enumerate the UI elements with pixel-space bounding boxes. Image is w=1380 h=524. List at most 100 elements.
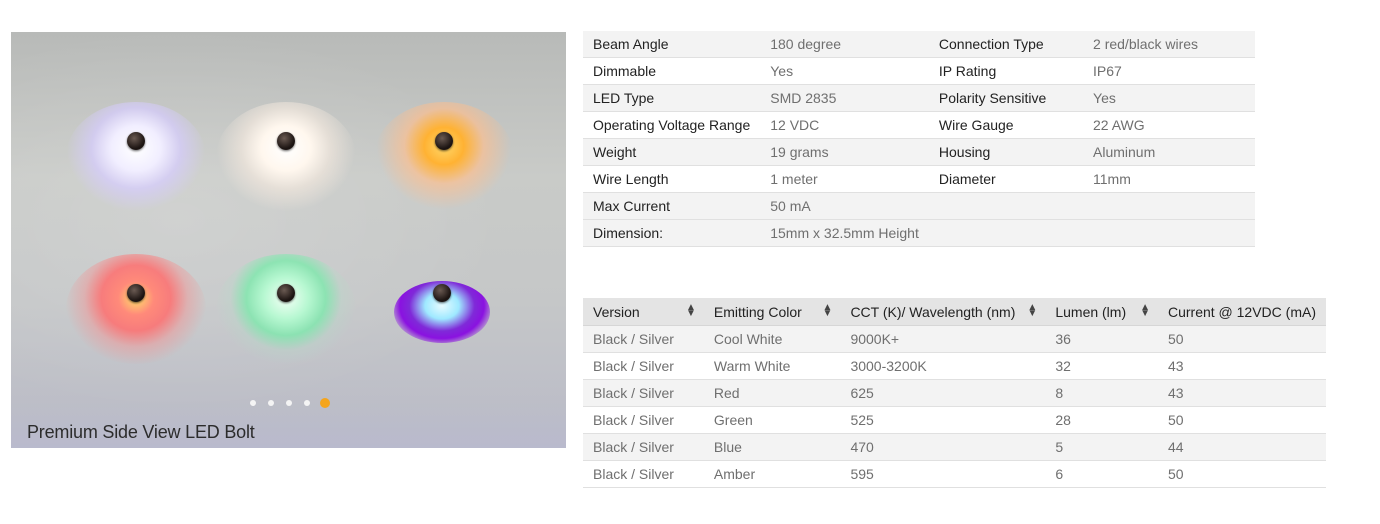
spec-label: Max Current — [583, 192, 761, 220]
spec-value: 11mm — [1083, 165, 1255, 193]
led-glow — [216, 102, 356, 212]
cell-lumen: 5 — [1045, 433, 1158, 461]
spec-row: Operating Voltage Range 12 VDC Wire Gaug… — [583, 111, 1255, 139]
spec-label: Polarity Sensitive — [928, 84, 1084, 112]
table-row: Black / Silver Blue 470 5 44 — [583, 433, 1326, 461]
dimension-label: Dimension: — [583, 219, 761, 247]
led-glow — [66, 254, 206, 364]
cell-version: Black / Silver — [583, 433, 704, 461]
led-glow — [66, 102, 206, 212]
spec-value: 2 red/black wires — [1083, 31, 1255, 58]
cell-emitting-color: Green — [703, 406, 841, 434]
slider-background — [11, 32, 566, 448]
spec-row: Max Current 50 mA — [583, 192, 1255, 220]
led-bolt-head — [433, 284, 451, 302]
cell-lumen: 28 — [1045, 406, 1158, 434]
cell-cct: 625 — [840, 379, 1046, 407]
cell-version: Black / Silver — [583, 325, 704, 353]
spec-label: Beam Angle — [583, 31, 761, 58]
product-image-slider[interactable]: Premium Side View LED Bolt — [11, 32, 566, 448]
versions-table: Version ▲ ▼ Emitting Color ▲ ▼ CCT (K)/ Wa… — [583, 298, 1326, 488]
spec-label: Diameter — [928, 165, 1084, 193]
spec-label: Dimmable — [583, 57, 761, 85]
column-header-label: Version — [593, 303, 640, 320]
column-header-cct-wavelength[interactable]: CCT (K)/ Wavelength (nm) ▲ ▼ — [840, 298, 1046, 326]
sort-icon[interactable]: ▲ ▼ — [686, 303, 696, 319]
column-header-current[interactable]: Current @ 12VDC (mA) — [1157, 298, 1326, 326]
spec-label: Weight — [583, 138, 761, 166]
cell-emitting-color: Warm White — [703, 352, 841, 380]
cell-emitting-color: Cool White — [703, 325, 841, 353]
cell-emitting-color: Red — [703, 379, 841, 407]
cell-emitting-color: Blue — [703, 433, 841, 461]
cell-cct: 595 — [840, 460, 1046, 488]
spec-label: Wire Length — [583, 165, 761, 193]
cell-version: Black / Silver — [583, 406, 704, 434]
spec-value: 12 VDC — [760, 111, 929, 139]
cell-current: 50 — [1157, 406, 1326, 434]
spec-value: Yes — [1083, 84, 1255, 112]
led-bolt-head — [127, 284, 145, 302]
cell-emitting-color: Amber — [703, 460, 841, 488]
cell-current: 43 — [1157, 352, 1326, 380]
slider-pagination — [11, 398, 566, 408]
column-header-label: Emitting Color — [713, 303, 802, 320]
cell-lumen: 36 — [1045, 325, 1158, 353]
spec-value: IP67 — [1083, 57, 1255, 85]
column-header-emitting-color[interactable]: Emitting Color ▲ ▼ — [703, 298, 841, 326]
specifications-table: Beam Angle 180 degree Connection Type 2 … — [583, 31, 1255, 247]
slider-dot-active[interactable] — [319, 398, 330, 408]
spec-label: Connection Type — [928, 31, 1084, 58]
led-bolt-head — [435, 132, 453, 150]
cell-current: 44 — [1157, 433, 1326, 461]
spec-label-empty — [928, 192, 1084, 220]
spec-row-dimension: Dimension: 15mm x 32.5mm Height — [583, 219, 1255, 247]
slider-dot[interactable] — [267, 400, 274, 406]
cell-version: Black / Silver — [583, 352, 704, 380]
table-row: Black / Silver Red 625 8 43 — [583, 379, 1326, 407]
spec-value: 22 AWG — [1083, 111, 1255, 139]
table-row: Black / Silver Green 525 28 50 — [583, 406, 1326, 434]
cell-version: Black / Silver — [583, 379, 704, 407]
cell-cct: 470 — [840, 433, 1046, 461]
versions-header-row: Version ▲ ▼ Emitting Color ▲ ▼ CCT (K)/ Wa… — [583, 298, 1326, 326]
cell-version: Black / Silver — [583, 460, 704, 488]
spec-value: SMD 2835 — [760, 84, 929, 112]
spec-label: Wire Gauge — [928, 111, 1084, 139]
spec-value: 1 meter — [760, 165, 929, 193]
table-row: Black / Silver Amber 595 6 50 — [583, 460, 1326, 488]
slider-dot[interactable] — [285, 400, 292, 406]
led-glow — [216, 254, 356, 364]
spec-row: Weight 19 grams Housing Aluminum — [583, 138, 1255, 166]
led-glow — [374, 102, 514, 212]
spec-value: Aluminum — [1083, 138, 1255, 166]
slider-dot[interactable] — [303, 400, 310, 406]
sort-icon[interactable]: ▲ ▼ — [1027, 303, 1037, 319]
cell-lumen: 32 — [1045, 352, 1158, 380]
cell-lumen: 8 — [1045, 379, 1158, 407]
cell-cct: 9000K+ — [840, 325, 1046, 353]
spec-row: Wire Length 1 meter Diameter 11mm — [583, 165, 1255, 193]
spec-value: 50 mA — [760, 192, 929, 220]
dimension-value: 15mm x 32.5mm Height — [760, 219, 1255, 247]
column-header-version[interactable]: Version ▲ ▼ — [583, 298, 704, 326]
column-header-label: Lumen (lm) — [1055, 303, 1127, 320]
column-header-lumen[interactable]: Lumen (lm) ▲ ▼ — [1045, 298, 1158, 326]
spec-value: Yes — [760, 57, 929, 85]
table-row: Black / Silver Warm White 3000-3200K 32 … — [583, 352, 1326, 380]
led-bolt-head — [277, 132, 295, 150]
cell-current: 50 — [1157, 325, 1326, 353]
cell-lumen: 6 — [1045, 460, 1158, 488]
table-row: Black / Silver Cool White 9000K+ 36 50 — [583, 325, 1326, 353]
slider-dot[interactable] — [249, 400, 256, 406]
spec-label: IP Rating — [928, 57, 1084, 85]
sort-icon[interactable]: ▲ ▼ — [823, 303, 833, 319]
spec-label: Housing — [928, 138, 1084, 166]
spec-label: LED Type — [583, 84, 761, 112]
cell-current: 50 — [1157, 460, 1326, 488]
spec-row: Beam Angle 180 degree Connection Type 2 … — [583, 31, 1255, 58]
column-header-label: Current @ 12VDC (mA) — [1167, 303, 1316, 320]
slider-caption: Premium Side View LED Bolt — [27, 422, 255, 442]
spec-value-empty — [1083, 192, 1255, 220]
sort-icon[interactable]: ▲ ▼ — [1140, 303, 1150, 319]
